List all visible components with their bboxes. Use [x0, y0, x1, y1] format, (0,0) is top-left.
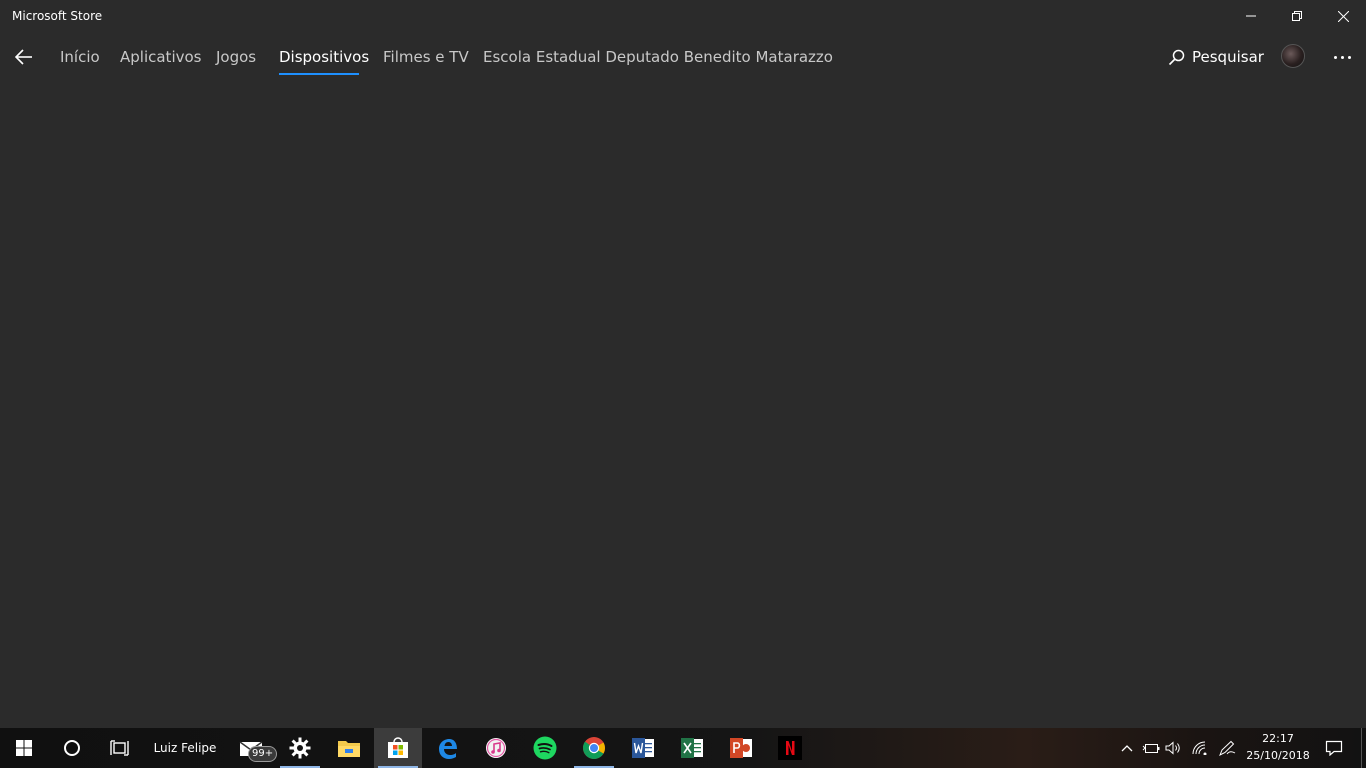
- close-icon: [1337, 10, 1349, 22]
- search-button[interactable]: Pesquisar: [1168, 42, 1264, 72]
- taskbar-app-spotify[interactable]: [521, 728, 569, 768]
- task-view-icon: [110, 740, 129, 756]
- excel-icon: [681, 738, 703, 758]
- spotify-icon: [533, 736, 557, 760]
- title-bar: Microsoft Store: [0, 0, 1366, 32]
- taskbar-app-microsoft-store[interactable]: [374, 728, 422, 768]
- pen-icon: [1219, 740, 1236, 756]
- microsoft-store-icon: [388, 737, 408, 758]
- navigation-bar: Início Aplicativos Jogos Dispositivos Fi…: [0, 38, 1366, 78]
- itunes-icon: [486, 738, 506, 758]
- clock-date: 25/10/2018: [1246, 749, 1310, 762]
- volume-button[interactable]: [1163, 728, 1185, 768]
- clock[interactable]: 22:17 25/10/2018: [1244, 730, 1312, 764]
- clock-time: 22:17: [1262, 732, 1294, 745]
- taskbar-app-netflix[interactable]: [766, 728, 814, 768]
- taskbar-app-itunes[interactable]: [472, 728, 520, 768]
- chevron-up-icon: [1121, 745, 1133, 752]
- show-hidden-icons-button[interactable]: [1118, 728, 1136, 768]
- task-view-button[interactable]: [96, 728, 144, 768]
- network-button[interactable]: [1189, 728, 1211, 768]
- tab-filmes-e-tv[interactable]: Filmes e TV: [383, 48, 469, 66]
- back-button[interactable]: [8, 38, 40, 76]
- close-button[interactable]: [1320, 0, 1366, 32]
- settings-icon: [289, 737, 311, 759]
- action-center-button[interactable]: [1316, 728, 1352, 768]
- chrome-icon: [582, 737, 605, 759]
- edge-icon: [439, 739, 457, 759]
- more-options-button[interactable]: [1326, 42, 1358, 72]
- minimize-icon: [1246, 15, 1256, 17]
- more-dot: [1333, 55, 1337, 59]
- taskbar-app-edge[interactable]: [423, 728, 471, 768]
- page-content: [0, 80, 1366, 728]
- powerpoint-icon: [730, 738, 752, 758]
- more-dot: [1340, 55, 1344, 59]
- pen-workspace-button[interactable]: [1215, 728, 1239, 768]
- minimize-button[interactable]: [1228, 0, 1274, 32]
- netflix-icon: [778, 736, 802, 760]
- cortana-circle-icon: [64, 740, 80, 756]
- windows-logo-icon: [16, 740, 32, 756]
- show-desktop-button[interactable]: [1359, 728, 1363, 768]
- word-icon: [632, 738, 654, 758]
- start-button[interactable]: [0, 728, 48, 768]
- window-title: Microsoft Store: [12, 9, 103, 23]
- tab-escola[interactable]: Escola Estadual Deputado Benedito Matara…: [483, 48, 833, 66]
- speaker-icon: [1165, 741, 1180, 755]
- account-avatar[interactable]: [1281, 44, 1305, 68]
- back-arrow-icon: [15, 49, 32, 65]
- user-name-button[interactable]: Luiz Felipe: [144, 728, 226, 768]
- show-desktop-divider: [1360, 728, 1362, 768]
- notifications-icon: [1325, 740, 1343, 756]
- battery-button[interactable]: [1140, 728, 1162, 768]
- tab-inicio[interactable]: Início: [60, 48, 100, 66]
- restore-button[interactable]: [1274, 0, 1320, 32]
- restore-icon: [1292, 11, 1302, 21]
- search-icon: [1168, 49, 1185, 65]
- wifi-icon: [1192, 741, 1207, 755]
- mail-unread-badge: 99+: [248, 746, 278, 762]
- user-name-label: Luiz Felipe: [153, 741, 217, 755]
- tab-aplicativos[interactable]: Aplicativos: [120, 48, 201, 66]
- tab-jogos[interactable]: Jogos: [216, 48, 256, 66]
- store-window: Microsoft Store Início Aplicativos Jogos…: [0, 0, 1366, 728]
- taskbar-app-word[interactable]: [619, 728, 667, 768]
- taskbar-app-settings[interactable]: [276, 728, 324, 768]
- more-dot: [1347, 55, 1351, 59]
- battery-plug-icon: [1142, 744, 1160, 753]
- taskbar-app-chrome[interactable]: [570, 728, 618, 768]
- cortana-button[interactable]: [48, 728, 96, 768]
- file-explorer-icon: [338, 741, 360, 757]
- taskbar-app-excel[interactable]: [668, 728, 716, 768]
- taskbar-app-powerpoint[interactable]: [717, 728, 765, 768]
- tab-dispositivos[interactable]: Dispositivos: [279, 48, 369, 66]
- active-tab-indicator: [279, 73, 359, 75]
- taskbar-app-file-explorer[interactable]: [325, 728, 373, 768]
- search-label: Pesquisar: [1192, 48, 1264, 66]
